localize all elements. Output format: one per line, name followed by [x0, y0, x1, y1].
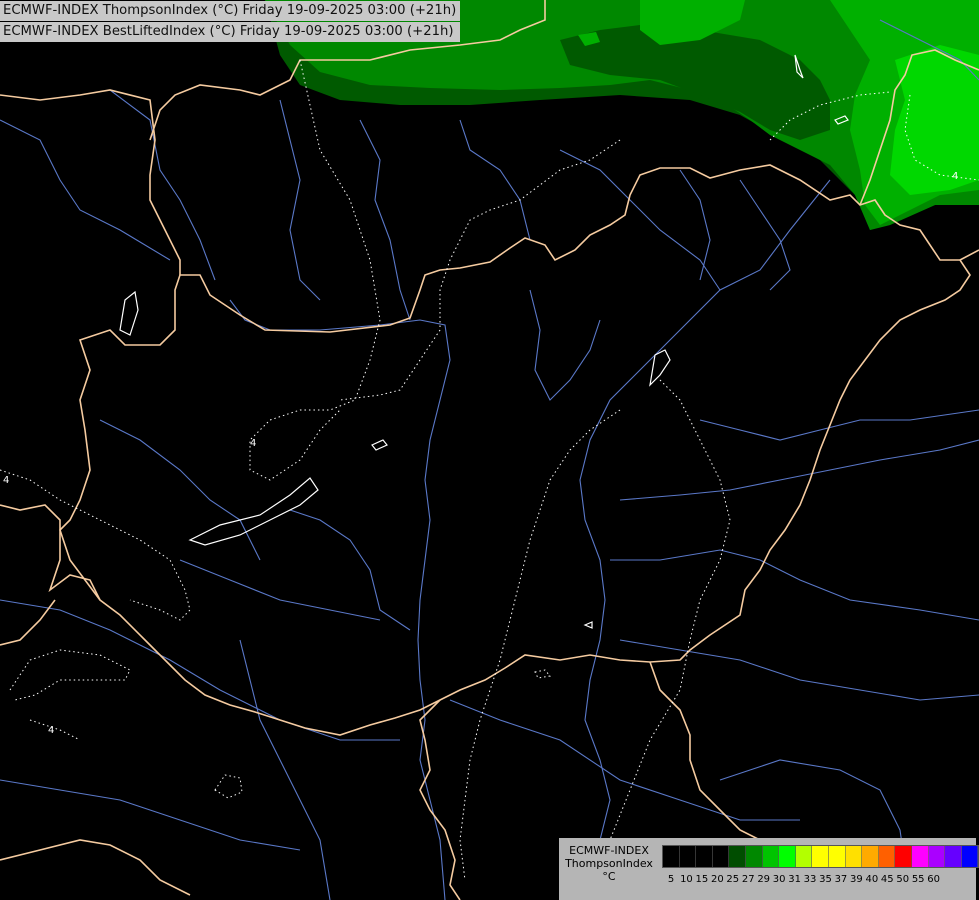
legend-swatch	[961, 846, 979, 867]
legend-tick-label: 27	[741, 874, 755, 885]
legend-tick-label: 45	[880, 874, 894, 885]
legend-tick-label: 10	[680, 874, 693, 885]
contour-label-1: 4	[250, 438, 256, 449]
legend-tick-label: 33	[803, 874, 817, 885]
legend-model: ECMWF-INDEX	[569, 844, 649, 857]
legend-tick-label: 40	[865, 874, 879, 885]
legend-tick-label: 50	[896, 874, 910, 885]
legend-tick-label: 25	[726, 874, 740, 885]
color-legend: ECMWF-INDEX ThompsonIndex °C 5 10 15 20 25 27…	[559, 838, 979, 900]
legend-swatch	[679, 846, 697, 867]
legend-swatch	[928, 846, 946, 867]
legend-tick-label: 60	[927, 874, 941, 885]
legend-swatch	[862, 846, 879, 867]
legend-swatch	[895, 846, 912, 867]
legend-swatch	[696, 846, 713, 867]
legend-swatch	[812, 846, 829, 867]
legend-tick-label: 31	[788, 874, 801, 885]
legend-swatch	[745, 846, 763, 867]
legend-tick-label: 29	[757, 874, 771, 885]
legend-tick-label: 55	[911, 874, 925, 885]
legend-swatch	[729, 846, 746, 867]
weather-map: 4 4 4 4	[0, 0, 979, 900]
map-title-secondary: ECMWF-INDEX BestLiftedIndex (°C) Friday …	[0, 22, 460, 42]
legend-tick-label: 20	[710, 874, 724, 885]
legend-swatch	[663, 846, 680, 867]
legend-swatch	[828, 846, 846, 867]
contour-label-3: 4	[48, 725, 54, 736]
legend-tick-label: 37	[834, 874, 848, 885]
legend-swatch	[762, 846, 780, 867]
legend-unit: °C	[602, 870, 616, 883]
legend-swatch	[845, 846, 863, 867]
legend-tick-label: 5	[667, 874, 675, 885]
field-30-area	[890, 45, 979, 195]
legend-tick-label: 39	[850, 874, 863, 885]
legend-swatch	[945, 846, 962, 867]
legend-swatch	[795, 846, 813, 867]
legend-tick-label: 35	[819, 874, 832, 885]
contour-label-2: 4	[3, 475, 9, 486]
legend-parameter: ThompsonIndex	[565, 857, 653, 870]
legend-swatch	[911, 846, 929, 867]
legend-tick-label: 30	[772, 874, 786, 885]
map-title-primary: ECMWF-INDEX ThompsonIndex (°C) Friday 19…	[0, 1, 460, 21]
legend-label-block: ECMWF-INDEX ThompsonIndex °C	[559, 844, 659, 883]
contour-label-4: 4	[952, 171, 958, 182]
legend-color-scale	[662, 845, 979, 868]
legend-swatch	[712, 846, 730, 867]
legend-swatch	[779, 846, 796, 867]
legend-tick-label: 15	[695, 874, 709, 885]
legend-swatch	[878, 846, 896, 867]
